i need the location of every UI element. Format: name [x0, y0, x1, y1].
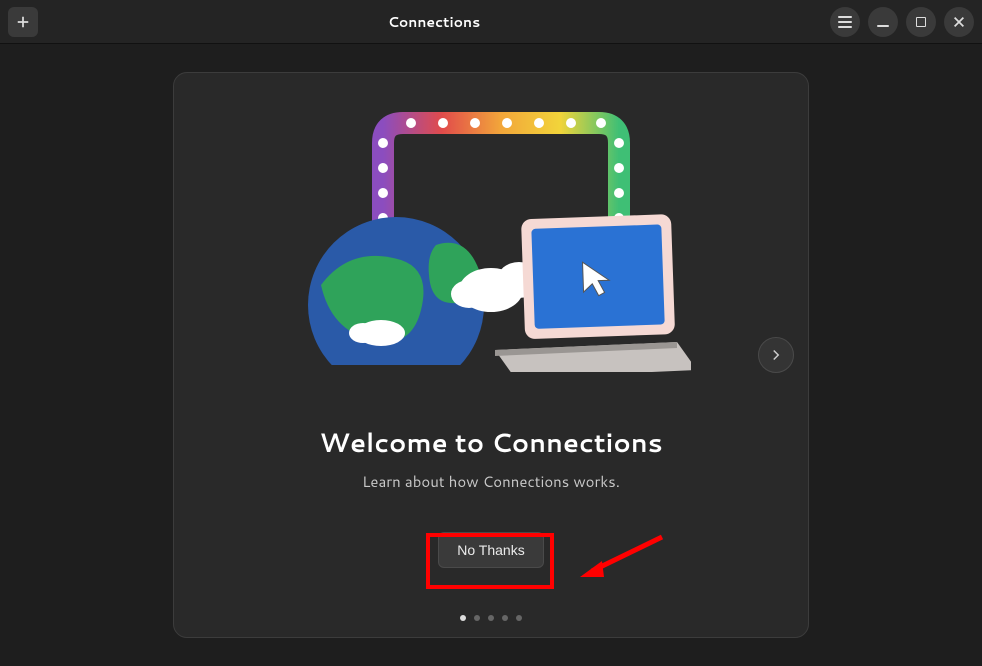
hamburger-icon: [838, 16, 852, 28]
headerbar-right: [830, 7, 974, 37]
window-title: Connections: [38, 12, 830, 32]
add-button[interactable]: [8, 7, 38, 37]
next-page-button[interactable]: [758, 337, 794, 373]
annotation-arrow-icon: [572, 529, 672, 589]
plus-icon: [16, 15, 30, 29]
page-dot-5[interactable]: [516, 615, 522, 621]
page-dots: [460, 615, 522, 621]
main-area: Welcome to Connections Learn about how C…: [0, 44, 982, 666]
welcome-card: Welcome to Connections Learn about how C…: [173, 72, 809, 638]
minimize-icon: [877, 25, 889, 27]
page-dot-2[interactable]: [474, 615, 480, 621]
menu-button[interactable]: [830, 7, 860, 37]
page-dot-1[interactable]: [460, 615, 466, 621]
welcome-illustration: [291, 105, 691, 395]
close-icon: [952, 15, 966, 29]
minimize-button[interactable]: [868, 7, 898, 37]
headerbar-left: [8, 7, 38, 37]
page-dot-4[interactable]: [502, 615, 508, 621]
no-thanks-button[interactable]: No Thanks: [438, 532, 543, 568]
page-dot-3[interactable]: [488, 615, 494, 621]
welcome-title: Welcome to Connections: [319, 425, 662, 461]
welcome-subtitle: Learn about how Connections works.: [362, 471, 620, 492]
chevron-right-icon: [770, 349, 782, 361]
headerbar: Connections: [0, 0, 982, 44]
maximize-button[interactable]: [906, 7, 936, 37]
maximize-icon: [916, 17, 926, 27]
close-button[interactable]: [944, 7, 974, 37]
